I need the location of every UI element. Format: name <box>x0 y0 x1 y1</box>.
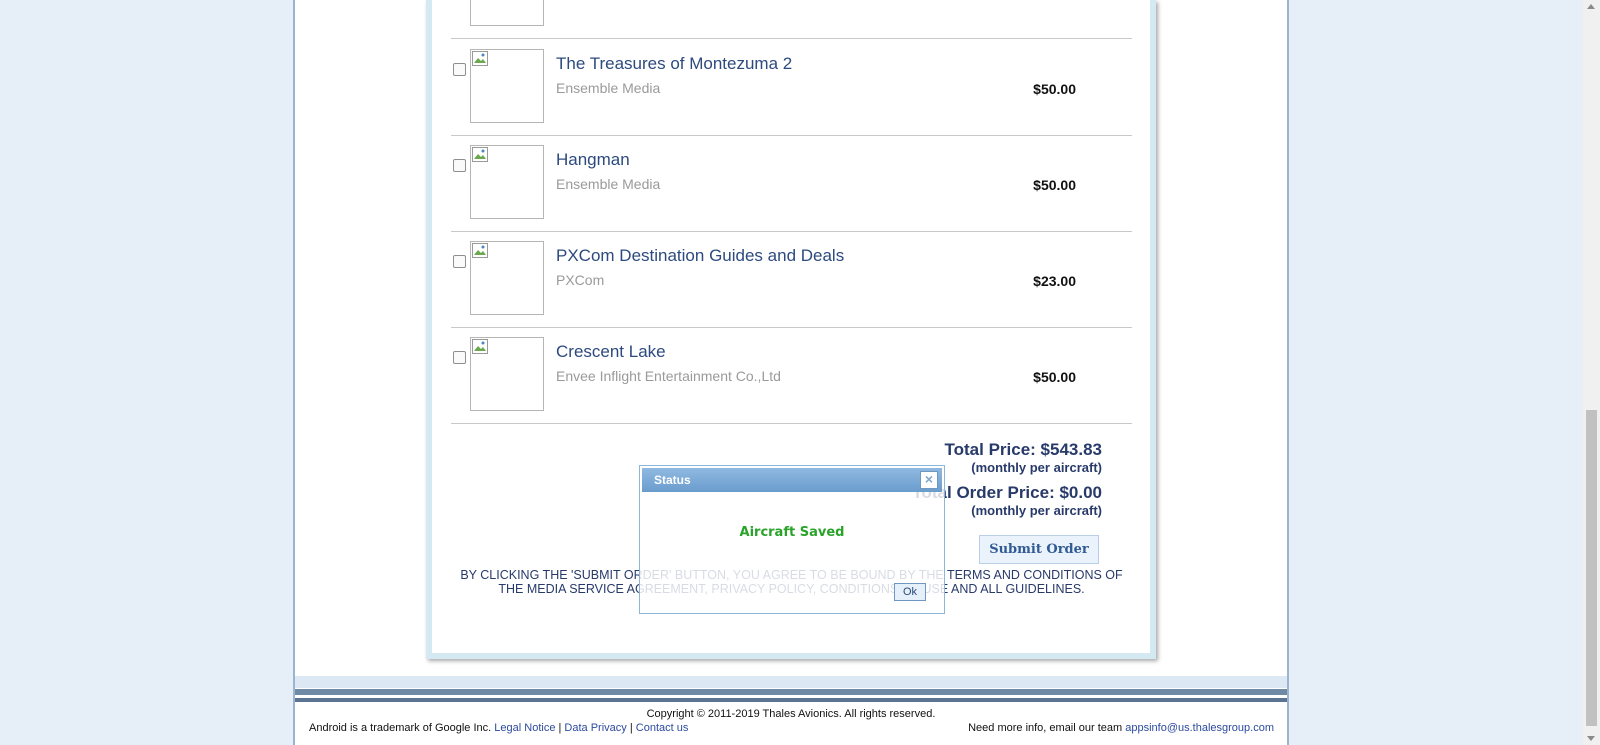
status-dialog-title: Status <box>654 473 691 487</box>
product-vendor: Ensemble Media <box>556 80 661 96</box>
data-privacy-link[interactable]: Data Privacy <box>564 722 626 734</box>
product-price: $50.00 <box>1033 81 1076 97</box>
footer-separator: | <box>629 722 633 734</box>
footer-copyright: Copyright © 2011-2019 Thales Avionics. A… <box>646 708 936 720</box>
footer-right: Need more info, email our team appsinfo@… <box>968 722 1274 734</box>
total-order-note: (monthly per aircraft) <box>971 503 1102 518</box>
product-checkbox[interactable] <box>453 351 466 364</box>
broken-image-icon <box>472 339 488 354</box>
product-checkbox[interactable] <box>453 63 466 76</box>
product-vendor: PXCom <box>556 272 605 288</box>
list-item: Crescent Lake Envee Inflight Entertainme… <box>451 327 1132 424</box>
page-scrollbar[interactable] <box>1583 0 1600 745</box>
legal-notice-link[interactable]: Legal Notice <box>494 722 555 734</box>
list-item: Hangman Ensemble Media $50.00 <box>451 135 1132 232</box>
product-thumbnail <box>470 241 544 315</box>
product-checkbox[interactable] <box>453 159 466 172</box>
scroll-up-arrow-icon[interactable] <box>1587 4 1595 9</box>
broken-image-icon <box>472 51 488 66</box>
need-info-text: Need more info, email our team <box>968 722 1123 734</box>
submit-order-button[interactable]: Submit Order <box>979 535 1099 564</box>
list-item <box>451 0 1132 39</box>
footer-separator: | <box>558 722 562 734</box>
status-dialog: Status × Aircraft Saved Ok <box>639 465 945 614</box>
footer-left: Android is a trademark of Google Inc. Le… <box>309 722 688 734</box>
status-message: Aircraft Saved <box>739 525 845 540</box>
total-price-note: (monthly per aircraft) <box>971 460 1102 475</box>
product-price: $50.00 <box>1033 369 1076 385</box>
product-title[interactable]: Crescent Lake <box>556 342 666 362</box>
product-thumbnail <box>470 145 544 219</box>
list-item: PXCom Destination Guides and Deals PXCom… <box>451 231 1132 328</box>
product-vendor: Ensemble Media <box>556 176 661 192</box>
page-bottom-band <box>295 676 1287 688</box>
product-thumbnail <box>470 49 544 123</box>
broken-image-icon <box>472 147 488 162</box>
product-price: $23.00 <box>1033 273 1076 289</box>
product-thumbnail <box>470 337 544 411</box>
product-title[interactable]: PXCom Destination Guides and Deals <box>556 246 844 266</box>
footer-divider <box>295 698 1287 702</box>
android-notice: Android is a trademark of Google Inc. <box>309 722 492 734</box>
product-title[interactable]: Hangman <box>556 150 630 170</box>
status-dialog-header: Status × <box>642 468 942 492</box>
close-icon[interactable]: × <box>920 471 938 489</box>
list-item: The Treasures of Montezuma 2 Ensemble Me… <box>451 39 1132 136</box>
scroll-down-arrow-icon[interactable] <box>1587 736 1595 741</box>
product-thumbnail <box>470 0 544 26</box>
footer-divider <box>295 689 1287 695</box>
product-title[interactable]: The Treasures of Montezuma 2 <box>556 54 792 74</box>
broken-image-icon <box>472 243 488 258</box>
scroll-thumb[interactable] <box>1586 410 1597 726</box>
product-checkbox[interactable] <box>453 255 466 268</box>
email-link[interactable]: appsinfo@us.thalesgroup.com <box>1125 722 1274 734</box>
product-price: $50.00 <box>1033 177 1076 193</box>
total-price: Total Price: $543.83 <box>944 440 1103 459</box>
product-vendor: Envee Inflight Entertainment Co.,Ltd <box>556 368 781 384</box>
contact-us-link[interactable]: Contact us <box>636 722 689 734</box>
ok-button[interactable]: Ok <box>894 583 926 601</box>
